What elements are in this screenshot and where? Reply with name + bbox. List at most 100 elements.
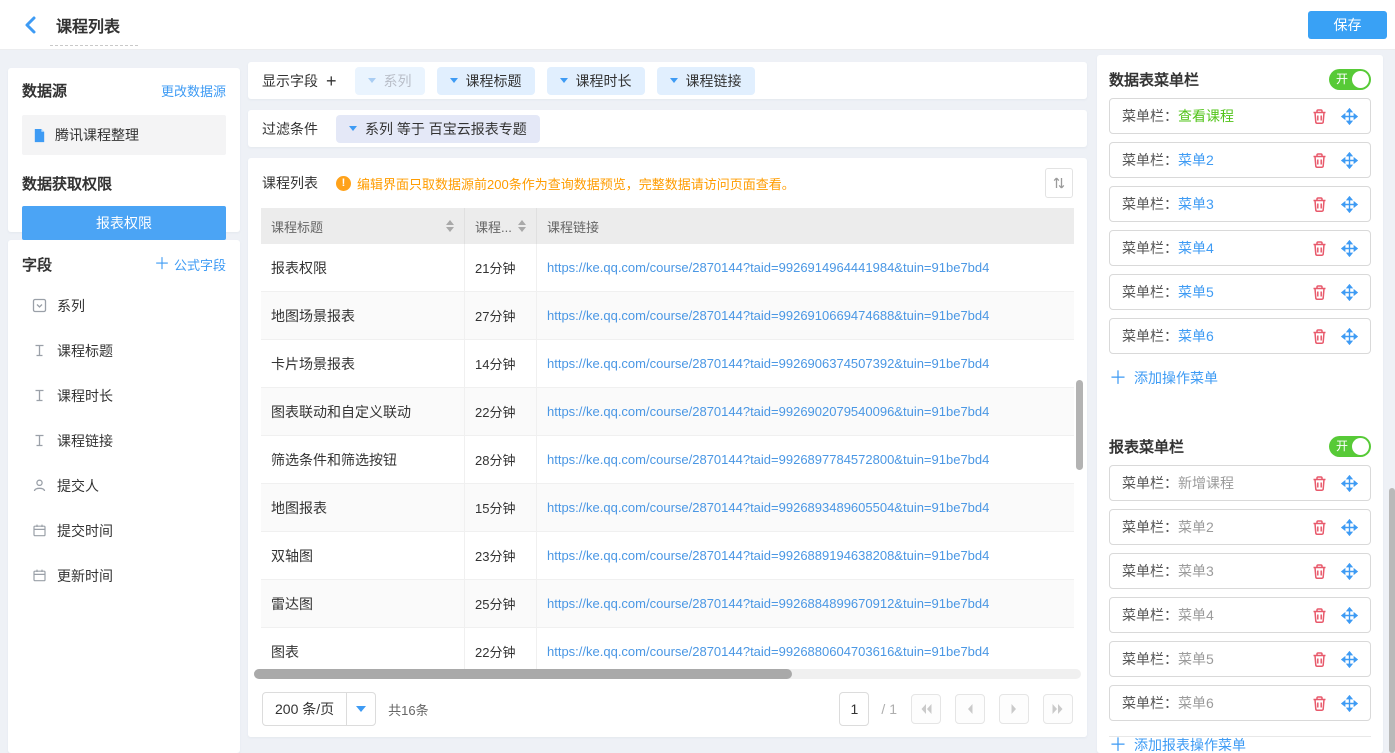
- menu-item[interactable]: 菜单栏： 菜单4: [1109, 597, 1371, 633]
- table-row[interactable]: 地图报表 15分钟 https://ke.qq.com/course/28701…: [261, 484, 1074, 532]
- menu-item-value[interactable]: 菜单4: [1178, 238, 1214, 258]
- cell-course-link[interactable]: https://ke.qq.com/course/2870144?taid=99…: [537, 484, 1074, 531]
- move-icon[interactable]: [1341, 651, 1358, 668]
- sort-arrows-icon[interactable]: [512, 220, 526, 232]
- move-icon[interactable]: [1341, 563, 1358, 580]
- save-button[interactable]: 保存: [1308, 11, 1387, 39]
- table-menu-toggle[interactable]: 开: [1329, 69, 1371, 90]
- menu-item[interactable]: 菜单栏： 查看课程: [1109, 98, 1371, 134]
- menu-item[interactable]: 菜单栏： 新增课程: [1109, 465, 1371, 501]
- datasource-item[interactable]: 腾讯课程整理: [22, 115, 226, 155]
- menu-item[interactable]: 菜单栏： 菜单5: [1109, 641, 1371, 677]
- field-item-course-duration[interactable]: 课程时长: [22, 373, 226, 418]
- page-number-input[interactable]: [839, 692, 869, 726]
- move-icon[interactable]: [1341, 695, 1358, 712]
- sort-arrows-icon[interactable]: [440, 220, 454, 232]
- move-icon[interactable]: [1341, 475, 1358, 492]
- move-icon[interactable]: [1341, 328, 1358, 345]
- menu-item-value[interactable]: 菜单4: [1178, 605, 1214, 625]
- add-display-field-icon[interactable]: +: [326, 72, 337, 90]
- menu-item-value[interactable]: 菜单6: [1178, 326, 1214, 346]
- menu-item[interactable]: 菜单栏： 菜单6: [1109, 318, 1371, 354]
- field-item-course-link[interactable]: 课程链接: [22, 418, 226, 463]
- menu-item-value[interactable]: 菜单6: [1178, 693, 1214, 713]
- cell-course-link[interactable]: https://ke.qq.com/course/2870144?taid=99…: [537, 292, 1074, 339]
- page-size-select[interactable]: 200 条/页: [262, 692, 376, 726]
- move-icon[interactable]: [1341, 284, 1358, 301]
- trash-icon[interactable]: [1311, 284, 1328, 301]
- trash-icon[interactable]: [1311, 108, 1328, 125]
- trash-icon[interactable]: [1311, 607, 1328, 624]
- first-page-button[interactable]: [911, 694, 941, 724]
- menu-item-value[interactable]: 菜单2: [1178, 517, 1214, 537]
- move-icon[interactable]: [1341, 240, 1358, 257]
- trash-icon[interactable]: [1311, 651, 1328, 668]
- previous-page-button[interactable]: [955, 694, 985, 724]
- trash-icon[interactable]: [1311, 563, 1328, 580]
- table-row[interactable]: 雷达图 25分钟 https://ke.qq.com/course/287014…: [261, 580, 1074, 628]
- field-item-submitter[interactable]: 提交人: [22, 463, 226, 508]
- column-header-course-title[interactable]: 课程标题: [261, 208, 465, 244]
- cell-course-link[interactable]: https://ke.qq.com/course/2870144?taid=99…: [537, 244, 1074, 291]
- table-row[interactable]: 筛选条件和筛选按钮 28分钟 https://ke.qq.com/course/…: [261, 436, 1074, 484]
- menu-item-value[interactable]: 菜单3: [1178, 561, 1214, 581]
- trash-icon[interactable]: [1311, 475, 1328, 492]
- display-field-chip-course-title[interactable]: 课程标题: [437, 67, 535, 95]
- trash-icon[interactable]: [1311, 196, 1328, 213]
- cell-course-link[interactable]: https://ke.qq.com/course/2870144?taid=99…: [537, 340, 1074, 387]
- menu-item-value[interactable]: 菜单5: [1178, 649, 1214, 669]
- table-row[interactable]: 双轴图 23分钟 https://ke.qq.com/course/287014…: [261, 532, 1074, 580]
- cell-course-link[interactable]: https://ke.qq.com/course/2870144?taid=99…: [537, 532, 1074, 579]
- menu-item[interactable]: 菜单栏： 菜单2: [1109, 509, 1371, 545]
- trash-icon[interactable]: [1311, 695, 1328, 712]
- last-page-button[interactable]: [1043, 694, 1073, 724]
- table-sort-button[interactable]: [1045, 168, 1073, 198]
- trash-icon[interactable]: [1311, 240, 1328, 257]
- cell-course-link[interactable]: https://ke.qq.com/course/2870144?taid=99…: [537, 436, 1074, 483]
- change-datasource-link[interactable]: 更改数据源: [161, 81, 226, 100]
- window-vertical-scrollbar-thumb[interactable]: [1389, 488, 1395, 753]
- display-field-chip-course-duration[interactable]: 课程时长: [547, 67, 645, 95]
- move-icon[interactable]: [1341, 108, 1358, 125]
- table-row[interactable]: 图表联动和自定义联动 22分钟 https://ke.qq.com/course…: [261, 388, 1074, 436]
- filter-condition-chip[interactable]: 系列 等于 百宝云报表专题: [336, 115, 540, 143]
- menu-item[interactable]: 菜单栏： 菜单3: [1109, 553, 1371, 589]
- report-menu-toggle[interactable]: 开: [1329, 436, 1371, 457]
- horizontal-scrollbar-thumb[interactable]: [254, 669, 792, 679]
- add-formula-field-link[interactable]: ＋ 公式字段: [154, 255, 226, 274]
- menu-item[interactable]: 菜单栏： 菜单3: [1109, 186, 1371, 222]
- horizontal-scrollbar-track[interactable]: [254, 669, 1081, 679]
- menu-item-value[interactable]: 菜单5: [1178, 282, 1214, 302]
- report-permission-button[interactable]: 报表权限: [22, 206, 226, 240]
- next-page-button[interactable]: [999, 694, 1029, 724]
- menu-item-value[interactable]: 菜单2: [1178, 150, 1214, 170]
- field-item-course-title[interactable]: 课程标题: [22, 328, 226, 373]
- move-icon[interactable]: [1341, 519, 1358, 536]
- menu-item[interactable]: 菜单栏： 菜单4: [1109, 230, 1371, 266]
- table-row[interactable]: 卡片场景报表 14分钟 https://ke.qq.com/course/287…: [261, 340, 1074, 388]
- column-header-course-duration[interactable]: 课程...: [465, 208, 537, 244]
- back-icon[interactable]: [20, 14, 42, 36]
- cell-course-link[interactable]: https://ke.qq.com/course/2870144?taid=99…: [537, 580, 1074, 627]
- field-item-update-time[interactable]: 更新时间: [22, 553, 226, 598]
- menu-item-value[interactable]: 菜单3: [1178, 194, 1214, 214]
- trash-icon[interactable]: [1311, 519, 1328, 536]
- display-field-chip-course-link[interactable]: 课程链接: [657, 67, 755, 95]
- display-field-chip-series[interactable]: 系列: [355, 67, 425, 95]
- menu-item[interactable]: 菜单栏： 菜单5: [1109, 274, 1371, 310]
- trash-icon[interactable]: [1311, 328, 1328, 345]
- move-icon[interactable]: [1341, 196, 1358, 213]
- cell-course-link[interactable]: https://ke.qq.com/course/2870144?taid=99…: [537, 628, 1074, 675]
- table-row[interactable]: 地图场景报表 27分钟 https://ke.qq.com/course/287…: [261, 292, 1074, 340]
- move-icon[interactable]: [1341, 152, 1358, 169]
- menu-item[interactable]: 菜单栏： 菜单6: [1109, 685, 1371, 721]
- cell-course-link[interactable]: https://ke.qq.com/course/2870144?taid=99…: [537, 388, 1074, 435]
- field-item-submit-time[interactable]: 提交时间: [22, 508, 226, 553]
- move-icon[interactable]: [1341, 607, 1358, 624]
- add-report-menu-link[interactable]: ＋ 添加报表操作菜单: [1109, 735, 1246, 753]
- trash-icon[interactable]: [1311, 152, 1328, 169]
- menu-item-value[interactable]: 查看课程: [1178, 106, 1234, 126]
- field-item-series[interactable]: 系列: [22, 283, 226, 328]
- table-vertical-scrollbar-thumb[interactable]: [1076, 380, 1083, 470]
- add-table-menu-link[interactable]: ＋ 添加操作菜单: [1109, 368, 1218, 388]
